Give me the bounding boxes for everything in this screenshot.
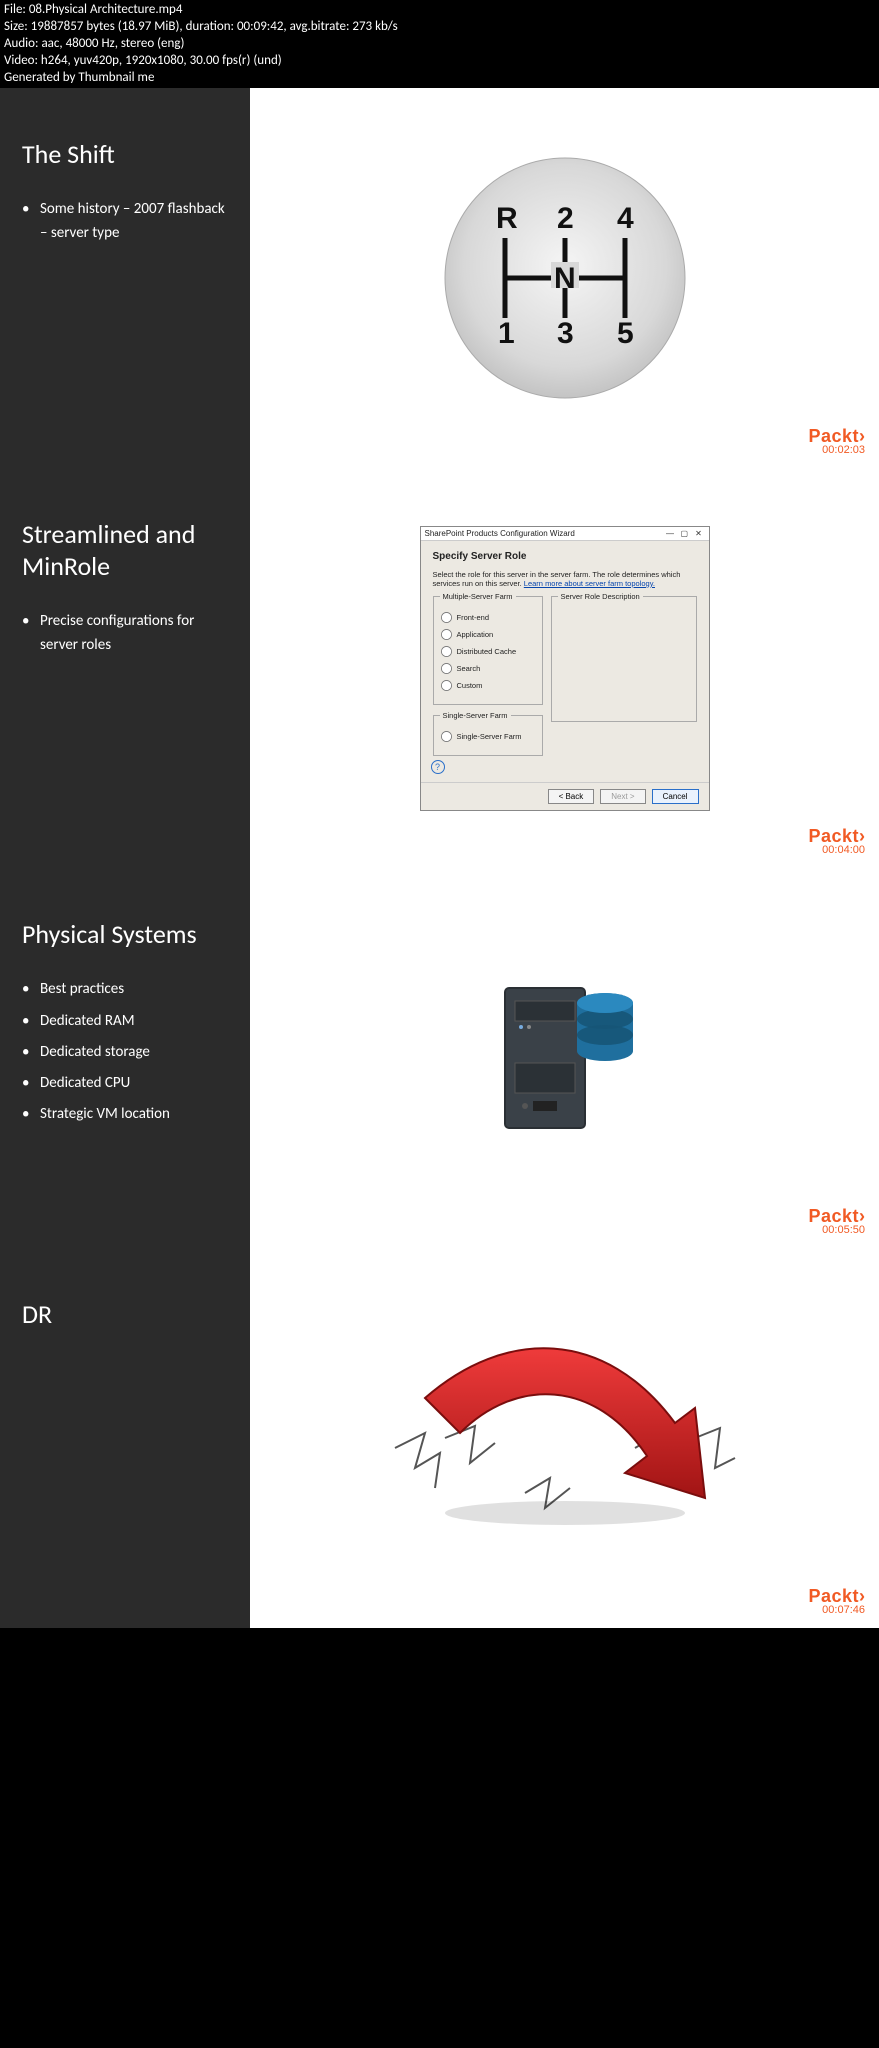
cancel-button[interactable]: Cancel: [652, 789, 699, 804]
dialog-heading: Specify Server Role: [433, 551, 697, 562]
bullet-item: Best practices: [22, 978, 228, 1001]
slide-title: Streamlined and MinRole: [22, 518, 228, 582]
bullet-item: Dedicated RAM: [22, 1010, 228, 1033]
next-button[interactable]: Next >: [600, 789, 645, 804]
gear-n: N: [554, 262, 576, 295]
dr-arrow-over-crack-icon: [385, 1338, 745, 1538]
gear-5: 5: [617, 317, 634, 350]
multi-server-group: Multiple-Server Farm Front-end Applicati…: [433, 592, 543, 705]
role-description-group: Server Role Description: [551, 592, 697, 722]
brand-watermark: Packt› 00:04:00: [808, 826, 865, 856]
brand-watermark: Packt› 00:05:50: [808, 1206, 865, 1236]
single-server-group: Single-Server Farm Single-Server Farm: [433, 711, 543, 756]
video-metadata-block: File: 08.Physical Architecture.mp4 Size:…: [0, 0, 879, 88]
meta-size: Size: 19887857 bytes (18.97 MiB), durati…: [4, 19, 875, 36]
bullet-item: Dedicated CPU: [22, 1072, 228, 1095]
maximize-icon[interactable]: ▢: [678, 529, 690, 538]
brand-watermark: Packt› 00:07:46: [808, 1586, 865, 1616]
role-radio-application[interactable]: [440, 629, 451, 640]
slide-bullets-list: Precise configurations for server roles: [22, 610, 228, 657]
gear-r: R: [496, 202, 518, 235]
back-button[interactable]: < Back: [548, 789, 595, 804]
bullet-item: Dedicated storage: [22, 1041, 228, 1064]
meta-generated: Generated by Thumbnail me: [4, 70, 875, 87]
role-radio-frontend[interactable]: [440, 612, 451, 623]
gear-2: 2: [557, 202, 574, 235]
meta-file: File: 08.Physical Architecture.mp4: [4, 2, 875, 19]
slide-bullets-list: Some history – 2007 flashback – server t…: [22, 198, 228, 245]
gear-shift-diagram: R 2 4 N N 1 3 5: [430, 143, 700, 413]
help-icon[interactable]: ?: [431, 760, 445, 774]
slide-title: Physical Systems: [22, 918, 228, 950]
slide-bullets-list: Best practices Dedicated RAM Dedicated s…: [22, 978, 228, 1126]
learn-more-link[interactable]: Learn more about server farm topology.: [524, 579, 655, 588]
gear-3: 3: [557, 317, 574, 350]
role-radio-distcache[interactable]: [440, 646, 451, 657]
brand-watermark: Packt› 00:02:03: [808, 426, 865, 456]
slide-title: The Shift: [22, 138, 228, 170]
server-with-db-icon: [485, 973, 645, 1143]
meta-video: Video: h264, yuv420p, 1920x1080, 30.00 f…: [4, 53, 875, 70]
close-icon[interactable]: ✕: [693, 529, 705, 538]
meta-audio: Audio: aac, 48000 Hz, stereo (eng): [4, 36, 875, 53]
bullet-item: Strategic VM location: [22, 1103, 228, 1126]
gear-1: 1: [498, 317, 515, 350]
dialog-title: SharePoint Products Configuration Wizard: [425, 529, 575, 538]
minimize-icon[interactable]: —: [664, 529, 676, 538]
role-radio-custom[interactable]: [440, 680, 451, 691]
bullet-item: Precise configurations for server roles: [22, 610, 228, 657]
role-radio-search[interactable]: [440, 663, 451, 674]
gear-4: 4: [617, 202, 634, 235]
role-radio-single[interactable]: [440, 731, 451, 742]
dialog-description: Select the role for this server in the s…: [433, 570, 697, 588]
config-wizard-dialog: SharePoint Products Configuration Wizard…: [420, 526, 710, 811]
slide-title: DR: [22, 1298, 228, 1330]
bullet-item: Some history – 2007 flashback – server t…: [22, 198, 228, 245]
